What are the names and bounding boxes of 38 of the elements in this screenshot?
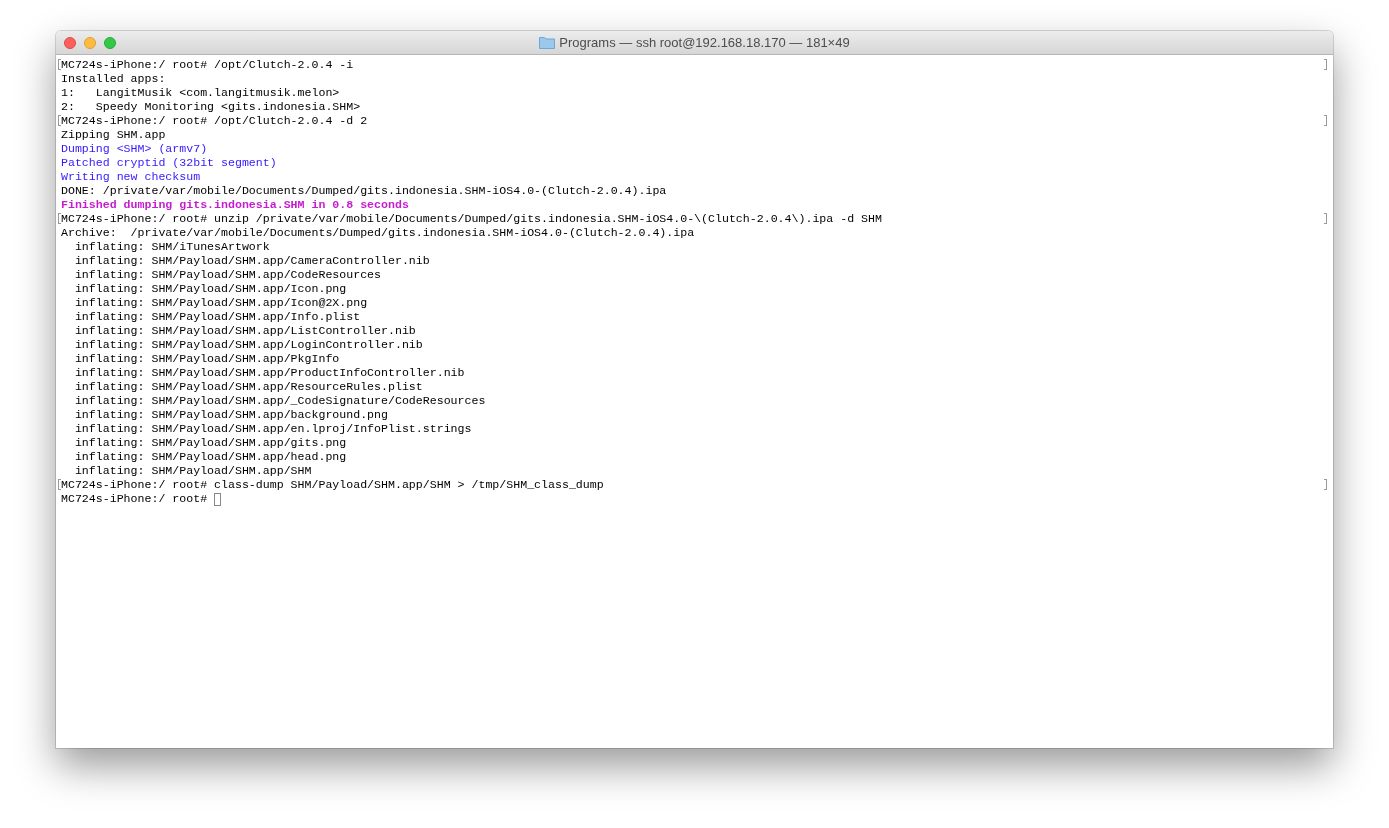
- terminal-line: inflating: SHM/Payload/SHM.app/ProductInfoController.nib: [73, 366, 466, 380]
- terminal-line: MC724s-iPhone:/ root# /opt/Clutch-2.0.4 -d 2: [61, 114, 1327, 128]
- terminal-line: inflating: SHM/Payload/SHM.app/head.png: [73, 450, 348, 464]
- terminal-line: MC724s-iPhone:/ root# unzip /private/var/mobile/Documents/Dumped/gits.indonesia.SHM-iOS4.0-\(Clutch-2.0.4\).ipa -d SHM: [61, 212, 1327, 226]
- terminal-line: 1: LangitMusik <com.langitmusik.melon>: [61, 86, 341, 100]
- terminal-line: inflating: SHM/Payload/SHM.app/SHM: [73, 464, 313, 478]
- terminal-line: inflating: SHM/Payload/SHM.app/CodeResources: [73, 268, 383, 282]
- terminal-line: Archive: /private/var/mobile/Documents/Dumped/gits.indonesia.SHM-iOS4.0-(Clutch-2.0.4).ipa: [61, 226, 696, 240]
- terminal-line: inflating: SHM/Payload/SHM.app/Icon@2X.png: [73, 296, 369, 310]
- terminal-line: Installed apps:: [61, 72, 167, 86]
- zoom-button[interactable]: [104, 36, 116, 49]
- terminal-line: inflating: SHM/Payload/SHM.app/ResourceRules.plist: [73, 380, 424, 394]
- terminal-line: Finished dumping gits.indonesia.SHM in 0.8 seconds: [61, 198, 410, 212]
- folder-icon: [539, 36, 556, 49]
- terminal-line: inflating: SHM/Payload/SHM.app/ListController.nib: [73, 324, 417, 338]
- terminal-line: inflating: SHM/Payload/SHM.app/CameraController.nib: [73, 254, 431, 268]
- terminal-line: 2: Speedy Monitoring <gits.indonesia.SHM>: [61, 100, 362, 114]
- terminal-line: Dumping <SHM> (armv7): [61, 142, 209, 156]
- terminal-line: Patched cryptid (32bit segment): [61, 156, 278, 170]
- terminal-line: inflating: SHM/Payload/SHM.app/gits.png: [73, 436, 348, 450]
- terminal-line: inflating: SHM/Payload/SHM.app/LoginController.nib: [73, 338, 424, 352]
- window-title: Programs — ssh root@192.168.18.170 — 181×49: [559, 35, 850, 50]
- terminal-line: inflating: SHM/Payload/SHM.app/Icon.png: [73, 282, 348, 296]
- terminal-line: inflating: SHM/Payload/SHM.app/_CodeSignature/CodeResources: [73, 394, 487, 408]
- terminal-line: inflating: SHM/iTunesArtwork: [73, 240, 271, 254]
- terminal-prompt: MC724s-iPhone:/ root#: [61, 492, 1327, 506]
- close-button[interactable]: [64, 36, 76, 49]
- terminal-line: Zipping SHM.app: [61, 128, 167, 142]
- minimize-button[interactable]: [84, 36, 96, 49]
- terminal-line: inflating: SHM/Payload/SHM.app/Info.plist: [73, 310, 362, 324]
- terminal-line: DONE: /private/var/mobile/Documents/Dumped/gits.indonesia.SHM-iOS4.0-(Clutch-2.0.4).ipa: [61, 184, 668, 198]
- terminal-line: Writing new checksum: [61, 170, 202, 184]
- terminal-line: inflating: SHM/Payload/SHM.app/en.lproj/InfoPlist.strings: [73, 422, 473, 436]
- terminal-line: MC724s-iPhone:/ root# class-dump SHM/Payload/SHM.app/SHM > /tmp/SHM_class_dump: [61, 478, 1327, 492]
- terminal-line: inflating: SHM/Payload/SHM.app/background.png: [73, 408, 389, 422]
- cursor-icon: [214, 492, 222, 506]
- terminal-line: MC724s-iPhone:/ root# /opt/Clutch-2.0.4 -i: [61, 58, 1327, 72]
- terminal-line: inflating: SHM/Payload/SHM.app/PkgInfo: [73, 352, 341, 366]
